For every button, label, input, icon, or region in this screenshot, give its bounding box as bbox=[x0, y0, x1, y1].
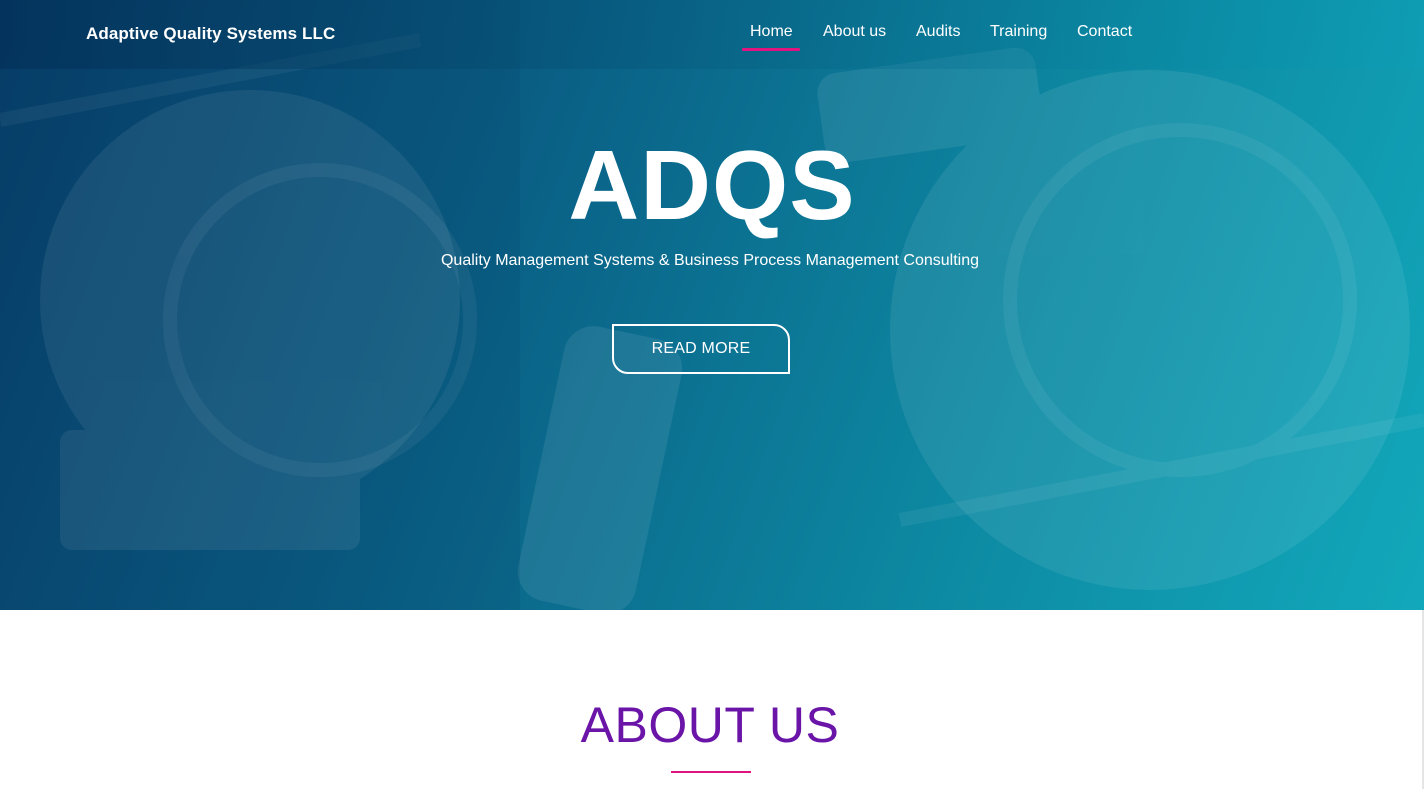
hero-background-image bbox=[0, 0, 1424, 610]
hero-title: ADQS bbox=[568, 130, 856, 240]
nav-link-training[interactable]: Training bbox=[990, 23, 1047, 41]
nav-link-contact[interactable]: Contact bbox=[1077, 23, 1132, 41]
hero-section bbox=[0, 0, 1424, 610]
nav-menu: Home About us Audits Training Contact bbox=[0, 0, 1424, 69]
about-section-title: ABOUT US bbox=[580, 697, 840, 753]
nav-link-audits[interactable]: Audits bbox=[916, 23, 960, 41]
read-more-button[interactable]: READ MORE bbox=[612, 324, 790, 374]
hero-subtitle: Quality Management Systems & Business Pr… bbox=[440, 252, 980, 269]
top-navbar: Adaptive Quality Systems LLC Home About … bbox=[0, 0, 1424, 69]
about-section: ABOUT US bbox=[0, 610, 1424, 789]
nav-link-about-us[interactable]: About us bbox=[823, 23, 886, 41]
about-title-underline bbox=[671, 771, 751, 773]
nav-link-home[interactable]: Home bbox=[742, 23, 800, 51]
